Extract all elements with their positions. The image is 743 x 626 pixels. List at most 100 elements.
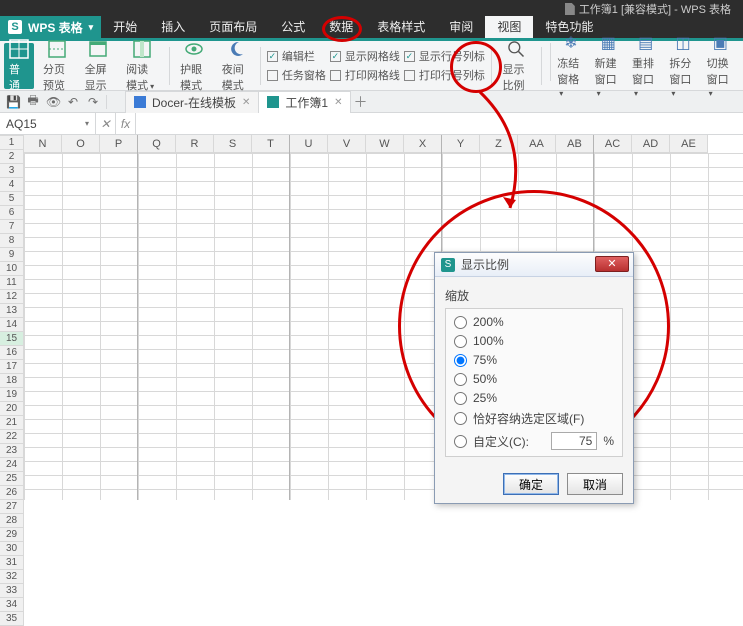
row-header-28[interactable]: 28: [0, 514, 24, 528]
row-header-35[interactable]: 35: [0, 612, 24, 626]
close-icon[interactable]: ✕: [242, 97, 250, 108]
name-box[interactable]: AQ15 ▾: [0, 113, 96, 134]
col-header-P[interactable]: P: [100, 135, 138, 153]
zoom-option-custom[interactable]: 自定义(C):75%: [454, 432, 614, 450]
zoom-option-75%[interactable]: 75%: [454, 353, 614, 367]
close-icon[interactable]: ✕: [334, 97, 342, 108]
check-print-gridlines[interactable]: 打印网格线: [330, 67, 400, 83]
menu-开始[interactable]: 开始: [101, 16, 149, 38]
menu-公式[interactable]: 公式: [269, 16, 317, 38]
menu-审阅[interactable]: 审阅: [437, 16, 485, 38]
zoom-option-100%[interactable]: 100%: [454, 334, 614, 348]
row-header-30[interactable]: 30: [0, 542, 24, 556]
tab-workbook1[interactable]: 工作簿1 ✕: [258, 91, 351, 113]
zoom-option-fit[interactable]: 恰好容纳选定区域(F): [454, 410, 614, 427]
check-task-pane[interactable]: 任务窗格: [267, 67, 326, 83]
dialog-close-button[interactable]: ✕: [595, 256, 629, 272]
col-header-N[interactable]: N: [24, 135, 62, 153]
row-header-27[interactable]: 27: [0, 500, 24, 514]
row-header-24[interactable]: 24: [0, 458, 24, 472]
col-header-AB[interactable]: AB: [556, 135, 594, 153]
row-header-22[interactable]: 22: [0, 430, 24, 444]
check-show-gridlines[interactable]: ✓显示网格线: [330, 48, 400, 64]
row-header-6[interactable]: 6: [0, 206, 24, 220]
row-header-33[interactable]: 33: [0, 584, 24, 598]
row-header-1[interactable]: 1: [0, 136, 24, 150]
zoom-option-25%[interactable]: 25%: [454, 391, 614, 405]
new-tab-button[interactable]: ＋: [350, 92, 370, 112]
zoom-custom-input[interactable]: 75: [551, 432, 597, 450]
row-header-20[interactable]: 20: [0, 402, 24, 416]
col-header-X[interactable]: X: [404, 135, 442, 153]
col-header-AA[interactable]: AA: [518, 135, 556, 153]
row-header-15[interactable]: 15: [0, 332, 24, 346]
row-header-18[interactable]: 18: [0, 374, 24, 388]
view-pagebreak-button[interactable]: 分页预览: [38, 43, 76, 89]
row-header-5[interactable]: 5: [0, 192, 24, 206]
row-header-29[interactable]: 29: [0, 528, 24, 542]
ok-button[interactable]: 确定: [503, 473, 559, 495]
view-normal-button[interactable]: 普通: [4, 43, 34, 89]
row-header-2[interactable]: 2: [0, 150, 24, 164]
view-fullscreen-button[interactable]: 全屏显示: [80, 43, 118, 89]
row-header-25[interactable]: 25: [0, 472, 24, 486]
col-header-R[interactable]: R: [176, 135, 214, 153]
check-formula-bar[interactable]: ✓编辑栏: [267, 48, 326, 64]
menu-表格样式[interactable]: 表格样式: [365, 16, 437, 38]
col-header-Z[interactable]: Z: [480, 135, 518, 153]
col-header-AC[interactable]: AC: [594, 135, 632, 153]
row-header-11[interactable]: 11: [0, 276, 24, 290]
zoom-option-50%[interactable]: 50%: [454, 372, 614, 386]
cell-grid[interactable]: [24, 153, 743, 500]
row-header-4[interactable]: 4: [0, 178, 24, 192]
night-mode-button[interactable]: 夜间模式: [217, 43, 255, 89]
row-header-14[interactable]: 14: [0, 318, 24, 332]
row-header-17[interactable]: 17: [0, 360, 24, 374]
menu-插入[interactable]: 插入: [149, 16, 197, 38]
col-header-AD[interactable]: AD: [632, 135, 670, 153]
row-header-7[interactable]: 7: [0, 220, 24, 234]
cancel-button[interactable]: 取消: [567, 473, 623, 495]
check-print-headings[interactable]: 打印行号列标: [404, 67, 485, 83]
row-header-34[interactable]: 34: [0, 598, 24, 612]
window-btn-0[interactable]: ❄冻结窗格▾: [552, 43, 589, 89]
menu-页面布局[interactable]: 页面布局: [197, 16, 269, 38]
tab-docer[interactable]: Docer-在线模板 ✕: [125, 91, 259, 113]
row-header-26[interactable]: 26: [0, 486, 24, 500]
eye-protect-button[interactable]: 护眼模式: [175, 43, 213, 89]
save-icon[interactable]: 💾: [6, 95, 20, 109]
col-header-S[interactable]: S: [214, 135, 252, 153]
row-header-19[interactable]: 19: [0, 388, 24, 402]
col-header-T[interactable]: T: [252, 135, 290, 153]
row-header-9[interactable]: 9: [0, 248, 24, 262]
row-header-16[interactable]: 16: [0, 346, 24, 360]
check-show-headings[interactable]: ✓显示行号列标: [404, 48, 485, 64]
app-menu[interactable]: S WPS 表格 ▾: [0, 16, 101, 38]
chevron-down-icon[interactable]: ▾: [85, 119, 89, 128]
col-header-U[interactable]: U: [290, 135, 328, 153]
row-header-10[interactable]: 10: [0, 262, 24, 276]
menu-数据[interactable]: 数据: [317, 16, 365, 38]
col-header-W[interactable]: W: [366, 135, 404, 153]
window-btn-1[interactable]: ▦新建窗口▾: [590, 43, 627, 89]
view-reading-button[interactable]: 阅读模式▾: [121, 43, 162, 89]
row-header-8[interactable]: 8: [0, 234, 24, 248]
menu-视图[interactable]: 视图: [485, 16, 533, 38]
col-header-V[interactable]: V: [328, 135, 366, 153]
print-icon[interactable]: 🖶: [26, 91, 40, 112]
window-btn-3[interactable]: ◫拆分窗口▾: [664, 43, 701, 89]
redo-icon[interactable]: ↷: [86, 95, 100, 109]
preview-icon[interactable]: 👁: [46, 95, 60, 109]
row-header-21[interactable]: 21: [0, 416, 24, 430]
col-header-O[interactable]: O: [62, 135, 100, 153]
row-header-31[interactable]: 31: [0, 556, 24, 570]
dialog-title-bar[interactable]: S 显示比例 ✕: [435, 253, 633, 277]
row-header-12[interactable]: 12: [0, 290, 24, 304]
zoom-option-200%[interactable]: 200%: [454, 315, 614, 329]
row-header-32[interactable]: 32: [0, 570, 24, 584]
col-header-AE[interactable]: AE: [670, 135, 708, 153]
row-header-3[interactable]: 3: [0, 164, 24, 178]
zoom-ratio-button[interactable]: 显示比例: [498, 43, 536, 89]
col-header-Q[interactable]: Q: [138, 135, 176, 153]
row-header-13[interactable]: 13: [0, 304, 24, 318]
